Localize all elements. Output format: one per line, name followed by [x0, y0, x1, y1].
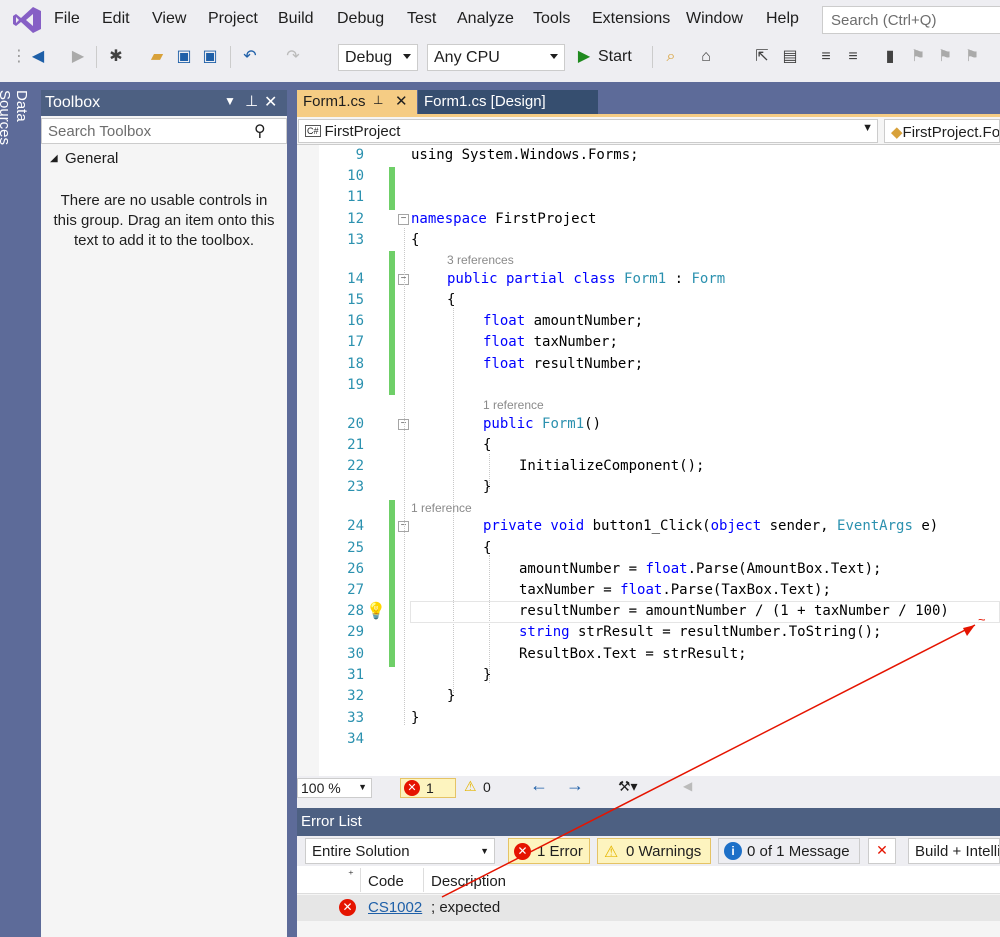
annotation-arrow — [441, 624, 976, 898]
